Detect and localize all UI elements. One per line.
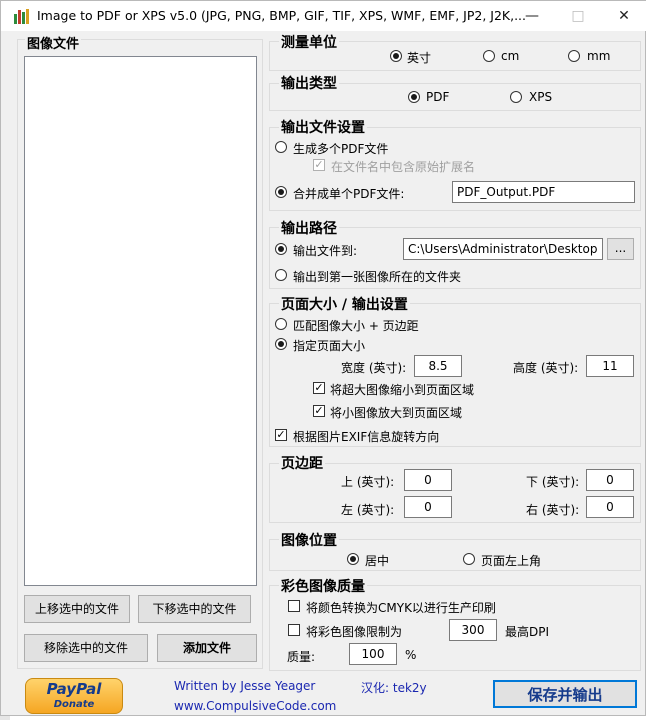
margins-title: 页边距: [279, 453, 325, 473]
margin-bottom-label: 下 (英寸):: [526, 475, 580, 489]
specify-page-size-label: 指定页面大小: [293, 339, 366, 353]
shrink-oversized-label: 将超大图像缩小到页面区域: [330, 383, 475, 397]
minimize-button[interactable]: —: [509, 1, 555, 31]
limit-dpi-label: 将彩色图像限制为: [306, 625, 403, 639]
limit-dpi-checkbox[interactable]: [288, 624, 300, 636]
xps-radio[interactable]: [510, 91, 522, 103]
unit-cm-radio[interactable]: [483, 50, 495, 62]
margin-right-label: 右 (英寸):: [526, 503, 580, 517]
add-file-button[interactable]: 添加文件: [157, 634, 257, 662]
unit-mm-radio[interactable]: [568, 50, 580, 62]
window-title: Image to PDF or XPS v5.0 (JPG, PNG, BMP,…: [37, 8, 526, 23]
multiple-pdf-radio[interactable]: [275, 141, 287, 153]
exif-rotate-checkbox[interactable]: ✓: [275, 429, 287, 441]
margin-top-field[interactable]: 0: [404, 469, 452, 491]
cmyk-checkbox[interactable]: [288, 600, 300, 612]
include-extension-label: 在文件名中包含原始扩展名: [331, 160, 476, 174]
position-center-radio[interactable]: [347, 553, 359, 565]
close-button[interactable]: ✕: [601, 1, 647, 31]
paypal-donate-button[interactable]: PayPal Donate: [25, 678, 123, 714]
xps-label: XPS: [529, 90, 553, 104]
include-extension-checkbox[interactable]: ✓: [313, 159, 325, 171]
position-center-label: 居中: [365, 554, 390, 568]
first-image-folder-radio[interactable]: [275, 269, 287, 281]
output-to-folder-radio[interactable]: [275, 243, 287, 255]
quality-unit: %: [405, 648, 417, 662]
unit-inch-radio[interactable]: [390, 50, 402, 62]
unit-cm-label: cm: [501, 49, 520, 63]
output-folder-field[interactable]: C:\Users\Administrator\Desktop: [403, 238, 603, 260]
image-file-list[interactable]: [24, 56, 257, 586]
move-up-button[interactable]: 上移选中的文件: [24, 595, 130, 623]
output-type-title: 输出类型: [279, 73, 339, 93]
output-filename-field[interactable]: PDF_Output.PDF: [452, 181, 635, 203]
paypal-donate-text: Donate: [53, 699, 95, 710]
match-image-size-radio[interactable]: [275, 318, 287, 330]
units-title: 测量单位: [279, 32, 339, 52]
shrink-oversized-checkbox[interactable]: ✓: [313, 382, 325, 394]
margin-bottom-field[interactable]: 0: [586, 469, 634, 491]
author-link[interactable]: Written by Jesse Yeager: [174, 679, 315, 693]
unit-mm-label: mm: [587, 49, 611, 63]
paypal-logo-text: PayPal: [46, 680, 102, 698]
localization-credit: 汉化: tek2y: [361, 681, 427, 695]
color-quality-title: 彩色图像质量: [279, 576, 367, 596]
page-width-field[interactable]: 8.5: [414, 355, 462, 377]
output-to-folder-label: 输出文件到:: [293, 244, 358, 258]
single-pdf-label: 合并成单个PDF文件:: [293, 187, 405, 201]
max-dpi-suffix: 最高DPI: [505, 625, 550, 639]
title-bar[interactable]: Image to PDF or XPS v5.0 (JPG, PNG, BMP,…: [1, 1, 647, 31]
quality-label: 质量:: [287, 650, 316, 664]
page-height-label: 高度 (英寸):: [513, 361, 579, 375]
image-position-title: 图像位置: [279, 530, 339, 550]
margin-right-field[interactable]: 0: [586, 496, 634, 518]
app-icon: [14, 9, 29, 24]
position-top-left-radio[interactable]: [463, 553, 475, 565]
cmyk-label: 将颜色转换为CMYK以进行生产印刷: [306, 601, 496, 615]
max-dpi-field[interactable]: 300: [449, 619, 497, 641]
single-pdf-radio[interactable]: [275, 186, 287, 198]
image-files-title: 图像文件: [25, 33, 82, 52]
pdf-label: PDF: [426, 90, 450, 104]
output-file-title: 输出文件设置: [279, 117, 367, 137]
margin-left-field[interactable]: 0: [404, 496, 452, 518]
exif-rotate-label: 根据图片EXIF信息旋转方向: [293, 430, 440, 444]
margin-top-label: 上 (英寸):: [341, 475, 395, 489]
save-and-export-button[interactable]: 保存并输出: [493, 680, 637, 708]
first-image-folder-label: 输出到第一张图像所在的文件夹: [293, 270, 462, 284]
enlarge-small-checkbox[interactable]: ✓: [313, 405, 325, 417]
browse-folder-button[interactable]: ...: [607, 238, 634, 260]
unit-inch-label: 英寸: [407, 51, 432, 65]
page-width-label: 宽度 (英寸):: [341, 361, 407, 375]
remove-file-button[interactable]: 移除选中的文件: [24, 634, 148, 662]
website-link[interactable]: www.CompulsiveCode.com: [174, 699, 336, 713]
save-and-export-label: 保存并输出: [527, 686, 603, 704]
page-size-title: 页面大小 / 输出设置: [279, 294, 410, 314]
page-height-field[interactable]: 11: [586, 355, 634, 377]
enlarge-small-label: 将小图像放大到页面区域: [330, 406, 463, 420]
position-top-left-label: 页面左上角: [481, 554, 542, 568]
quality-field[interactable]: 100: [349, 643, 397, 665]
specify-page-size-radio[interactable]: [275, 338, 287, 350]
margin-left-label: 左 (英寸):: [341, 503, 395, 517]
pdf-radio[interactable]: [408, 91, 420, 103]
match-image-size-label: 匹配图像大小 + 页边距: [293, 319, 419, 333]
app-window: Image to PDF or XPS v5.0 (JPG, PNG, BMP,…: [0, 0, 647, 716]
output-path-title: 输出路径: [279, 218, 339, 238]
maximize-button[interactable]: □: [555, 1, 601, 31]
move-down-button[interactable]: 下移选中的文件: [138, 595, 251, 623]
multiple-pdf-label: 生成多个PDF文件: [293, 142, 389, 156]
